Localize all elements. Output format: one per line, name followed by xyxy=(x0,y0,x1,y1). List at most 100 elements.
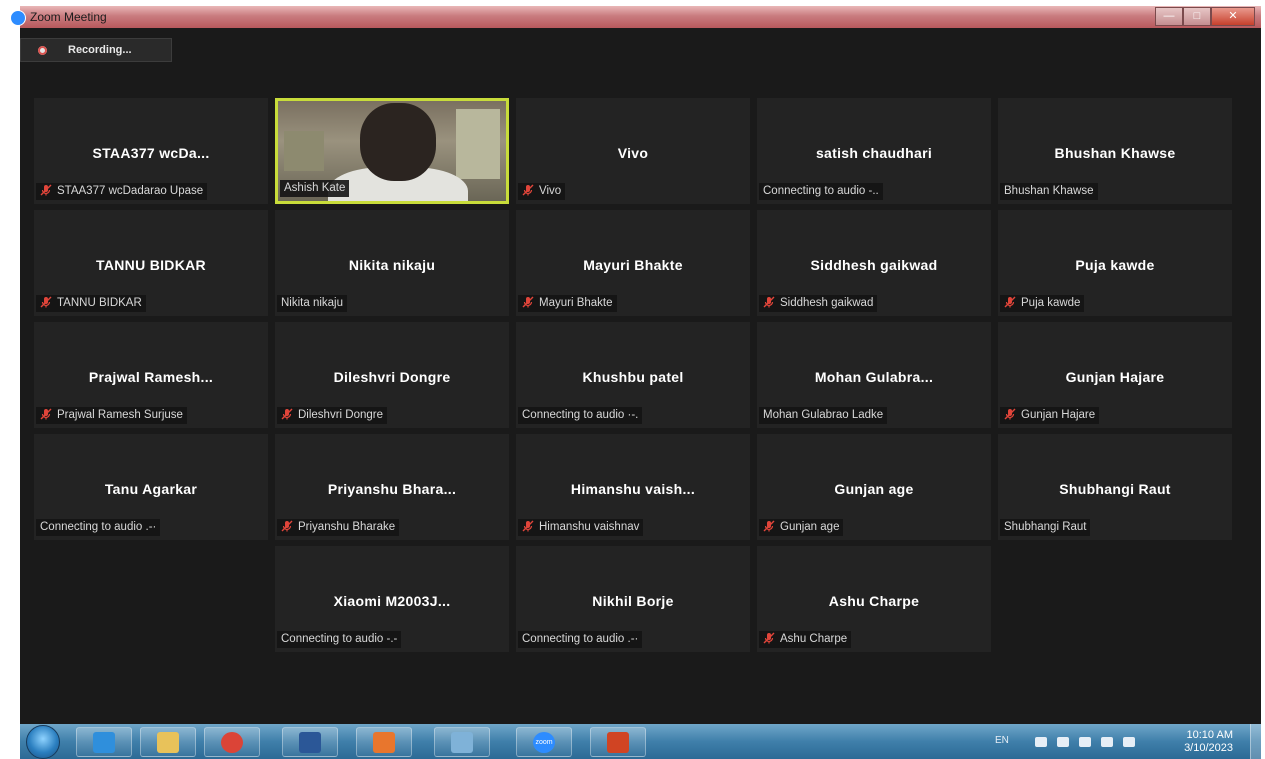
participant-label: Shubhangi Raut xyxy=(1000,519,1091,536)
muted-mic-icon xyxy=(40,408,52,420)
participant-tile[interactable]: Dileshvri Dongre Dileshvri Dongre xyxy=(275,322,509,428)
participant-name: Xiaomi M2003J... xyxy=(333,593,451,609)
media-player-taskbar-button[interactable] xyxy=(356,727,412,757)
participant-tile[interactable]: Khushbu patel Connecting to audio ·-. xyxy=(516,322,750,428)
clock-time: 10:10 AM xyxy=(1186,729,1233,741)
zoom-taskbar-button[interactable]: zoom xyxy=(516,727,572,757)
participant-label: Gunjan Hajare xyxy=(1000,407,1100,424)
participant-tile[interactable]: Gunjan age Gunjan age xyxy=(757,434,991,540)
participant-tile[interactable]: Priyanshu Bhara... Priyanshu Bharake xyxy=(275,434,509,540)
participant-tile[interactable]: satish chaudhari Connecting to audio -.. xyxy=(757,98,991,204)
participant-label: Prajwal Ramesh Surjuse xyxy=(36,407,187,424)
participant-label-text: Connecting to audio -.- xyxy=(281,633,398,645)
word-icon xyxy=(299,732,321,753)
volume-icon[interactable] xyxy=(1123,737,1135,747)
title-bar[interactable]: Zoom Meeting — □ ✕ xyxy=(10,6,1261,28)
participant-tile[interactable]: Tanu Agarkar Connecting to audio .-· xyxy=(34,434,268,540)
show-desktop-button[interactable] xyxy=(1250,724,1261,759)
participant-label-text: Mohan Gulabrao Ladke xyxy=(763,409,884,421)
participant-tile[interactable]: Himanshu vaish... Himanshu vaishnav xyxy=(516,434,750,540)
clock[interactable]: 10:10 AM 3/10/2023 xyxy=(1184,729,1233,755)
participant-tile[interactable]: Xiaomi M2003J... Connecting to audio -.- xyxy=(275,546,509,652)
participant-tile[interactable]: TANNU BIDKAR TANNU BIDKAR xyxy=(34,210,268,316)
muted-mic-icon xyxy=(40,184,52,196)
participant-label: Mohan Gulabrao Ladke xyxy=(759,407,888,424)
participant-name: Siddhesh gaikwad xyxy=(810,257,938,273)
participant-name: Ashu Charpe xyxy=(828,593,920,609)
paint-taskbar-button[interactable] xyxy=(434,727,490,757)
participant-tile[interactable]: Puja kawde Puja kawde xyxy=(998,210,1232,316)
participant-tile[interactable]: Siddhesh gaikwad Siddhesh gaikwad xyxy=(757,210,991,316)
participant-label-text: Connecting to audio ·-. xyxy=(522,409,639,421)
participant-name: Dileshvri Dongre xyxy=(333,369,451,385)
participant-label-text: Connecting to audio .-· xyxy=(522,633,639,645)
participant-tile[interactable]: Nikita nikaju Nikita nikaju xyxy=(275,210,509,316)
participant-label: Himanshu vaishnav xyxy=(518,519,644,536)
participant-label-text: Gunjan Hajare xyxy=(1021,409,1096,421)
participant-name: Mohan Gulabra... xyxy=(814,369,934,385)
internet-explorer-taskbar-button[interactable] xyxy=(76,727,132,757)
window-title: Zoom Meeting xyxy=(30,10,107,24)
participant-tile[interactable]: STAA377 wcDa... STAA377 wcDadarao Upase xyxy=(34,98,268,204)
show-hidden-icons-icon[interactable] xyxy=(1035,737,1047,747)
participant-name: TANNU BIDKAR xyxy=(96,257,206,273)
start-button[interactable] xyxy=(26,725,60,759)
participant-label: Connecting to audio .-· xyxy=(518,631,643,648)
close-button[interactable]: ✕ xyxy=(1211,7,1255,26)
muted-mic-icon xyxy=(40,296,52,308)
internet-explorer-icon xyxy=(93,732,115,753)
participant-tile[interactable]: Nikhil Borje Connecting to audio .-· xyxy=(516,546,750,652)
muted-mic-icon xyxy=(281,520,293,532)
video-person xyxy=(360,103,436,181)
participant-label: Priyanshu Bharake xyxy=(277,519,400,536)
participant-name: Gunjan Hajare xyxy=(1065,369,1165,385)
powerpoint-taskbar-button[interactable] xyxy=(590,727,646,757)
maximize-button[interactable]: □ xyxy=(1183,7,1211,26)
signal-icon[interactable] xyxy=(1079,737,1091,747)
participant-tile[interactable]: Ashish Kate xyxy=(275,98,509,204)
muted-mic-icon xyxy=(522,184,534,196)
participant-tile[interactable]: Vivo Vivo xyxy=(516,98,750,204)
chrome-taskbar-button[interactable] xyxy=(204,727,260,757)
muted-mic-icon xyxy=(522,296,534,308)
muted-mic-icon xyxy=(763,520,775,532)
participant-name: Tanu Agarkar xyxy=(104,481,198,497)
participant-tile[interactable]: Gunjan Hajare Gunjan Hajare xyxy=(998,322,1232,428)
recording-indicator[interactable]: Recording... xyxy=(20,38,172,62)
participant-tile[interactable]: Bhushan Khawse Bhushan Khawse xyxy=(998,98,1232,204)
network-icon[interactable] xyxy=(1101,737,1113,747)
participant-label-text: STAA377 wcDadarao Upase xyxy=(57,185,204,197)
chrome-icon xyxy=(221,732,243,753)
participant-name: satish chaudhari xyxy=(815,145,933,161)
action-center-flag-icon[interactable] xyxy=(1057,737,1069,747)
participant-tile[interactable]: Mayuri Bhakte Mayuri Bhakte xyxy=(516,210,750,316)
participant-tile[interactable]: Prajwal Ramesh... Prajwal Ramesh Surjuse xyxy=(34,322,268,428)
participant-label: TANNU BIDKAR xyxy=(36,295,146,312)
participant-label: Connecting to audio -.- xyxy=(277,631,402,648)
participant-name: STAA377 wcDa... xyxy=(92,145,210,161)
participant-name: Nikita nikaju xyxy=(348,257,436,273)
zoom-icon: zoom xyxy=(533,732,555,753)
participant-name: Nikhil Borje xyxy=(592,593,674,609)
participant-name: Khushbu patel xyxy=(582,369,684,385)
muted-mic-icon xyxy=(281,408,293,420)
participant-tile[interactable]: Mohan Gulabra... Mohan Gulabrao Ladke xyxy=(757,322,991,428)
participant-name: Mayuri Bhakte xyxy=(583,257,683,273)
participant-label: STAA377 wcDadarao Upase xyxy=(36,183,208,200)
file-explorer-taskbar-button[interactable] xyxy=(140,727,196,757)
participant-tile[interactable]: Shubhangi Raut Shubhangi Raut xyxy=(998,434,1232,540)
participant-name: Himanshu vaish... xyxy=(570,481,696,497)
participant-tile[interactable]: Ashu Charpe Ashu Charpe xyxy=(757,546,991,652)
participant-label: Gunjan age xyxy=(759,519,844,536)
participant-label-text: Vivo xyxy=(539,185,562,197)
word-taskbar-button[interactable] xyxy=(282,727,338,757)
powerpoint-icon xyxy=(607,732,629,753)
participant-label: Ashu Charpe xyxy=(759,631,852,648)
file-explorer-icon xyxy=(157,732,179,753)
participant-label-text: Dileshvri Dongre xyxy=(298,409,384,421)
language-indicator[interactable]: EN xyxy=(995,735,1009,746)
minimize-button[interactable]: — xyxy=(1155,7,1183,26)
clock-date: 3/10/2023 xyxy=(1184,742,1233,754)
participant-label: Ashish Kate xyxy=(280,180,350,197)
participant-label: Dileshvri Dongre xyxy=(277,407,388,424)
